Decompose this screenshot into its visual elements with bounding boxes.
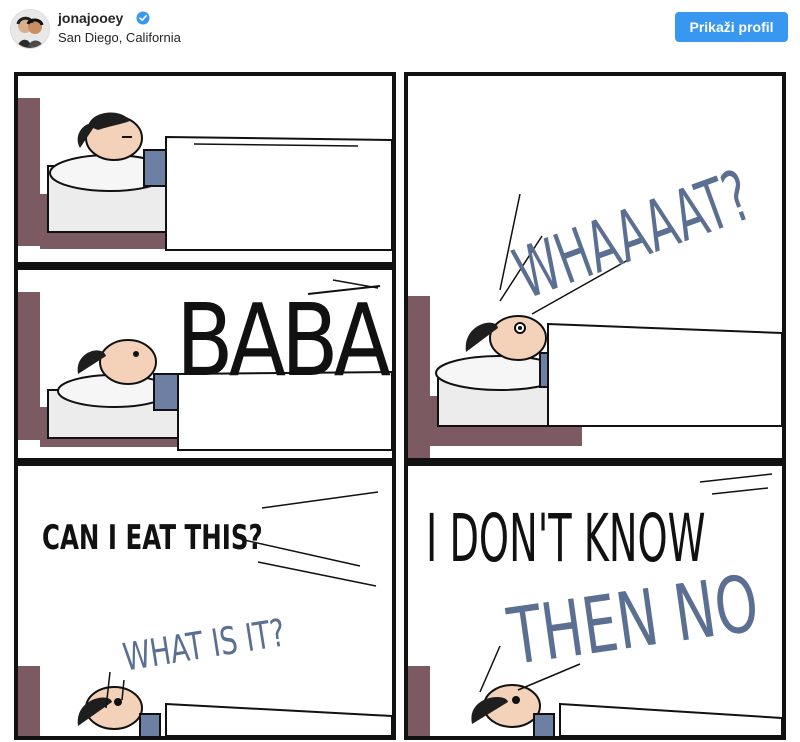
avatar[interactable] bbox=[10, 9, 50, 49]
location-link[interactable]: San Diego, California bbox=[58, 30, 181, 45]
panel-2: BABA bbox=[14, 266, 396, 462]
panel-4-question-text: CAN I EAT THIS? bbox=[42, 518, 263, 558]
panel-5: I DON'T KNOW THEN NO bbox=[404, 462, 786, 740]
panel-1 bbox=[14, 72, 396, 266]
panel-4: CAN I EAT THIS? WHAT IS IT? bbox=[14, 462, 396, 740]
avatar-image bbox=[11, 10, 49, 48]
view-profile-button[interactable]: Prikaži profil bbox=[675, 12, 788, 42]
panel-5-answer-text: I DON'T KNOW bbox=[426, 500, 706, 577]
username[interactable]: jonajooey bbox=[58, 10, 123, 26]
panel-4-art bbox=[18, 491, 392, 736]
panel-1-art bbox=[18, 98, 392, 251]
panel-3: WHAAAAT? bbox=[404, 72, 786, 462]
comic-image: BABA WHAAAAT? CAN I EAT THIS? WHAT IS IT… bbox=[0, 58, 800, 742]
verified-badge-icon bbox=[136, 11, 150, 25]
post-header: jonajooey San Diego, California Prikaži … bbox=[0, 0, 800, 58]
panel-2-sound-text: BABA bbox=[176, 282, 391, 399]
